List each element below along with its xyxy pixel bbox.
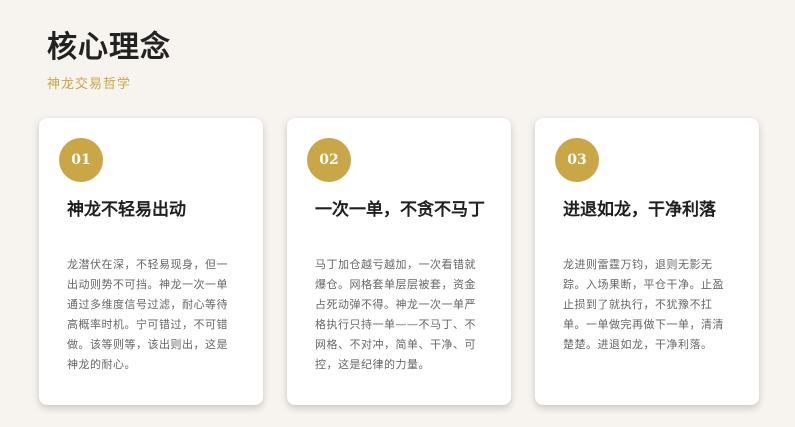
page-header: 核心理念 神龙交易哲学 [47, 26, 171, 94]
principle-cards: 01 神龙不轻易出动 龙潜伏在深，不轻易现身，但一出动则势不可挡。神龙一次一单通… [39, 118, 759, 405]
card-title: 神龙不轻易出动 [67, 200, 186, 220]
card-description: 龙潜伏在深，不轻易现身，但一出动则势不可挡。神龙一次一单通过多维度信号过滤，耐心… [67, 258, 228, 371]
principle-card-1: 01 神龙不轻易出动 龙潜伏在深，不轻易现身，但一出动则势不可挡。神龙一次一单通… [39, 118, 263, 405]
principle-card-2: 02 一次一单，不贪不马丁 马丁加仓越亏越加，一次看错就爆仓。网格套单层层被套，… [287, 118, 511, 405]
card-number-badge: 01 [59, 138, 103, 182]
card-number-badge: 02 [307, 138, 351, 182]
page-title: 核心理念 [47, 30, 171, 65]
card-title: 一次一单，不贪不马丁 [315, 200, 485, 220]
card-title: 进退如龙，干净利落 [563, 200, 716, 220]
card-description: 龙进则雷霆万钧，退则无影无踪。入场果断，平仓干净。止盈止损到了就执行，不犹豫不扛… [563, 258, 724, 351]
principle-card-3: 03 进退如龙，干净利落 龙进则雷霆万钧，退则无影无踪。入场果断，平仓干净。止盈… [535, 118, 759, 405]
card-number-badge: 03 [555, 138, 599, 182]
card-description: 马丁加仓越亏越加，一次看错就爆仓。网格套单层层被套，资金占死动弹不得。神龙一次一… [315, 258, 476, 371]
page-subtitle: 神龙交易哲学 [47, 77, 132, 92]
